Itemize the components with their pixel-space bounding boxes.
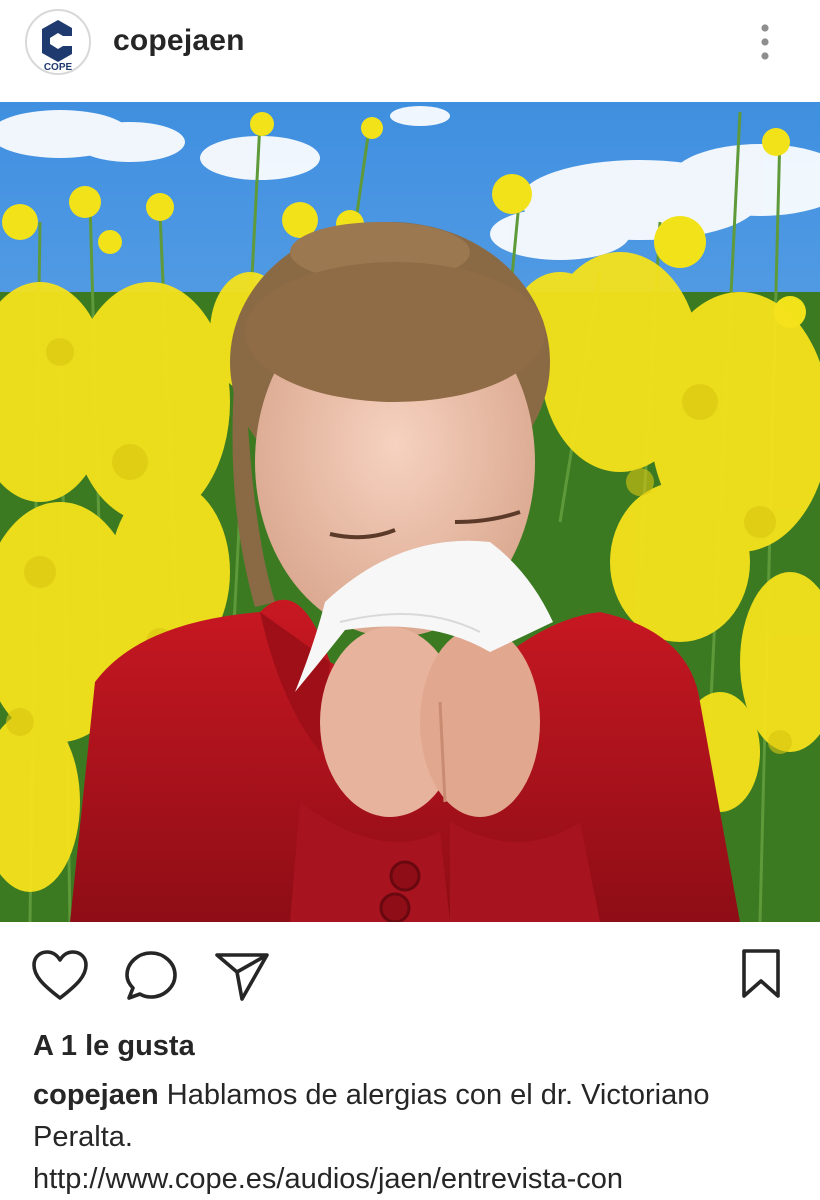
likes-count[interactable]: A 1 le gusta (33, 1030, 195, 1063)
comment-icon[interactable] (124, 950, 178, 1009)
post-header: COPE copejaen (0, 0, 820, 102)
caption-username[interactable]: copejaen (33, 1079, 159, 1111)
post-author-username[interactable]: copejaen (113, 24, 245, 58)
send-icon[interactable] (213, 950, 271, 1009)
more-vertical-icon[interactable] (748, 20, 784, 64)
avatar-logo-text: COPE (44, 62, 73, 73)
caption-text-line2: Peralta. (33, 1121, 133, 1153)
post-caption: copejaen Hablamos de alergias con el dr.… (33, 1074, 793, 1200)
post-photo[interactable] (0, 102, 820, 922)
bookmark-icon[interactable] (740, 948, 782, 1005)
post-photo-illustration (0, 102, 820, 922)
heart-icon[interactable] (31, 950, 89, 1007)
caption-text-line1: Hablamos de alergias con el dr. Victoria… (166, 1079, 710, 1111)
caption-link[interactable]: http://www.cope.es/audios/jaen/entrevist… (33, 1163, 623, 1195)
profile-avatar[interactable]: COPE (25, 9, 91, 75)
post-action-bar (0, 922, 820, 1022)
cope-logo: COPE (27, 11, 89, 73)
